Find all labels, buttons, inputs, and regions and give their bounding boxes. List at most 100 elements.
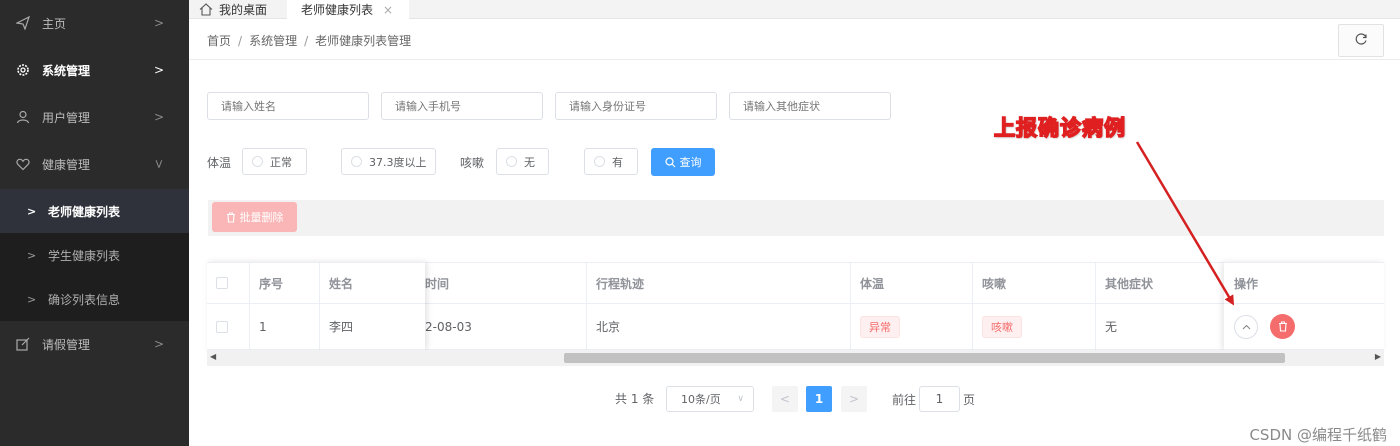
sidebar-item-label: 主页 [42,16,67,31]
goto-unit-label: 页 [963,393,976,407]
batch-delete-button[interactable]: 批量删除 [212,202,297,232]
breadcrumb: 首页 / 系统管理 / 老师健康列表管理 [207,34,412,48]
column-divider [249,262,250,350]
sidebar-item-label: 系统管理 [42,63,91,78]
watermark: CSDN @编程千纸鹤 [1249,426,1387,444]
sidebar-sub-label: 学生健康列表 [48,248,121,263]
cough-yes-radio[interactable]: 有 [584,148,638,175]
sidebar-sub-diagnosed-list[interactable]: > 确诊列表信息 [0,277,189,321]
phone-input[interactable] [381,92,543,120]
chevron-right-icon: > [27,204,37,218]
sidebar-item-label: 健康管理 [42,157,91,172]
sidebar-item-users[interactable]: 用户管理 > [0,94,189,140]
tab-home[interactable]: 我的桌面 [199,0,267,19]
breadcrumb-item-current: 老师健康列表管理 [315,34,412,48]
table-toolbar: 批量删除 [208,200,1384,236]
close-icon[interactable]: × [383,3,393,17]
chevron-left-icon: < [779,392,791,406]
delete-row-button[interactable] [1270,314,1295,339]
goto-page-input[interactable] [919,386,960,412]
cell-time: 2-08-03 [425,319,472,334]
sidebar-item-home[interactable]: 主页 > [0,0,189,46]
search-button[interactable]: 查询 [651,148,715,176]
header-index: 序号 [259,276,284,291]
header-trip: 行程轨迹 [596,276,645,291]
cell-trip: 北京 [596,320,621,334]
teacher-health-table: 序号 姓名 时间 行程轨迹 体温 咳嗽 其他症状 操作 1 李四 2-08-03… [207,262,1384,366]
tab-bar: 我的桌面 老师健康列表 × [189,0,1400,19]
radio-label: 正常 [270,155,292,169]
chevron-right-icon: > [154,337,165,351]
radio-circle [594,156,605,167]
table-row[interactable]: 1 李四 2-08-03 北京 异常 咳嗽 无 [207,304,1384,350]
report-confirmed-button[interactable] [1234,314,1258,339]
tab-label: 我的桌面 [219,3,268,17]
sidebar-item-leave[interactable]: 请假管理 > [0,321,189,367]
temperature-label: 体温 [207,156,232,170]
cell-name: 李四 [329,320,354,334]
radio-label: 有 [612,155,623,169]
scroll-right-arrow-icon[interactable]: ▶ [1375,352,1381,361]
refresh-button[interactable] [1338,24,1384,57]
cough-tag: 咳嗽 [982,315,1022,338]
header-cough: 咳嗽 [982,276,1007,291]
row-checkbox[interactable] [216,320,228,333]
home-icon [199,3,213,16]
row-checkbox-cell [216,304,228,349]
temp-normal-radio[interactable]: 正常 [242,148,307,175]
cell-operation [1234,304,1295,349]
chevron-right-icon: > [154,63,165,77]
prev-page-button[interactable]: < [772,386,798,412]
tab-label: 老师健康列表 [301,3,374,17]
sidebar-item-system[interactable]: 系统管理 > [0,47,189,93]
cough-label: 咳嗽 [460,156,485,170]
radio-label: 无 [524,155,535,169]
breadcrumb-item-system[interactable]: 系统管理 [249,34,297,48]
annotation-text: 上报确诊病例 [993,115,1126,141]
horizontal-scrollbar[interactable]: ◀ ▶ [207,350,1384,366]
paper-plane-icon [15,15,31,31]
sidebar-sub-teacher-health[interactable]: > 老师健康列表 [0,189,189,233]
sidebar-sub-student-health[interactable]: > 学生健康列表 [0,233,189,277]
scroll-left-arrow-icon[interactable]: ◀ [210,352,216,361]
chevron-right-icon: > [848,392,860,406]
edit-icon [15,336,31,352]
breadcrumb-item-home[interactable]: 首页 [207,34,231,48]
trash-icon [226,211,236,223]
column-divider [1095,262,1096,350]
pagination-total: 共 1 条 [615,392,655,406]
name-input[interactable] [207,92,369,120]
page-size-value: 10条/页 [681,393,721,406]
temp-high-radio[interactable]: 37.3度以上 [341,148,436,175]
header-operation: 操作 [1234,276,1259,291]
chevron-down-icon: ∨ [737,394,744,404]
heart-icon [15,156,31,172]
sidebar: 主页 > 系统管理 > 用户管理 > 健康管理 > > 老师健康列表 > 学生健… [0,0,189,446]
chevron-right-icon: > [154,16,165,30]
select-all-checkbox-cell [216,263,228,303]
radio-circle [252,156,263,167]
cough-no-radio[interactable]: 无 [496,148,549,175]
radio-circle [351,156,362,167]
breadcrumb-bar: 首页 / 系统管理 / 老师健康列表管理 [189,20,1400,60]
select-all-checkbox[interactable] [216,277,228,289]
page-number-current[interactable]: 1 [806,386,832,412]
header-name: 姓名 [329,276,354,291]
sidebar-item-label: 请假管理 [42,337,91,352]
sidebar-sub-label: 老师健康列表 [48,204,121,219]
page-size-select[interactable]: 10条/页 ∨ [666,386,754,412]
column-divider [850,262,851,350]
cell-cough: 咳嗽 [982,304,1022,349]
next-page-button[interactable]: > [841,386,867,412]
chevron-up-icon [1242,324,1250,329]
id-number-input[interactable] [555,92,717,120]
column-divider [972,262,973,350]
sidebar-item-health[interactable]: 健康管理 > [0,141,189,187]
scrollbar-thumb[interactable] [564,353,1285,363]
other-symptom-input[interactable] [729,92,891,120]
column-divider [586,262,587,350]
table-header: 序号 姓名 时间 行程轨迹 体温 咳嗽 其他症状 操作 [207,262,1384,304]
chevron-down-icon: > [152,158,167,170]
refresh-icon [1354,32,1368,49]
tab-teacher-health[interactable]: 老师健康列表 × [287,0,409,19]
